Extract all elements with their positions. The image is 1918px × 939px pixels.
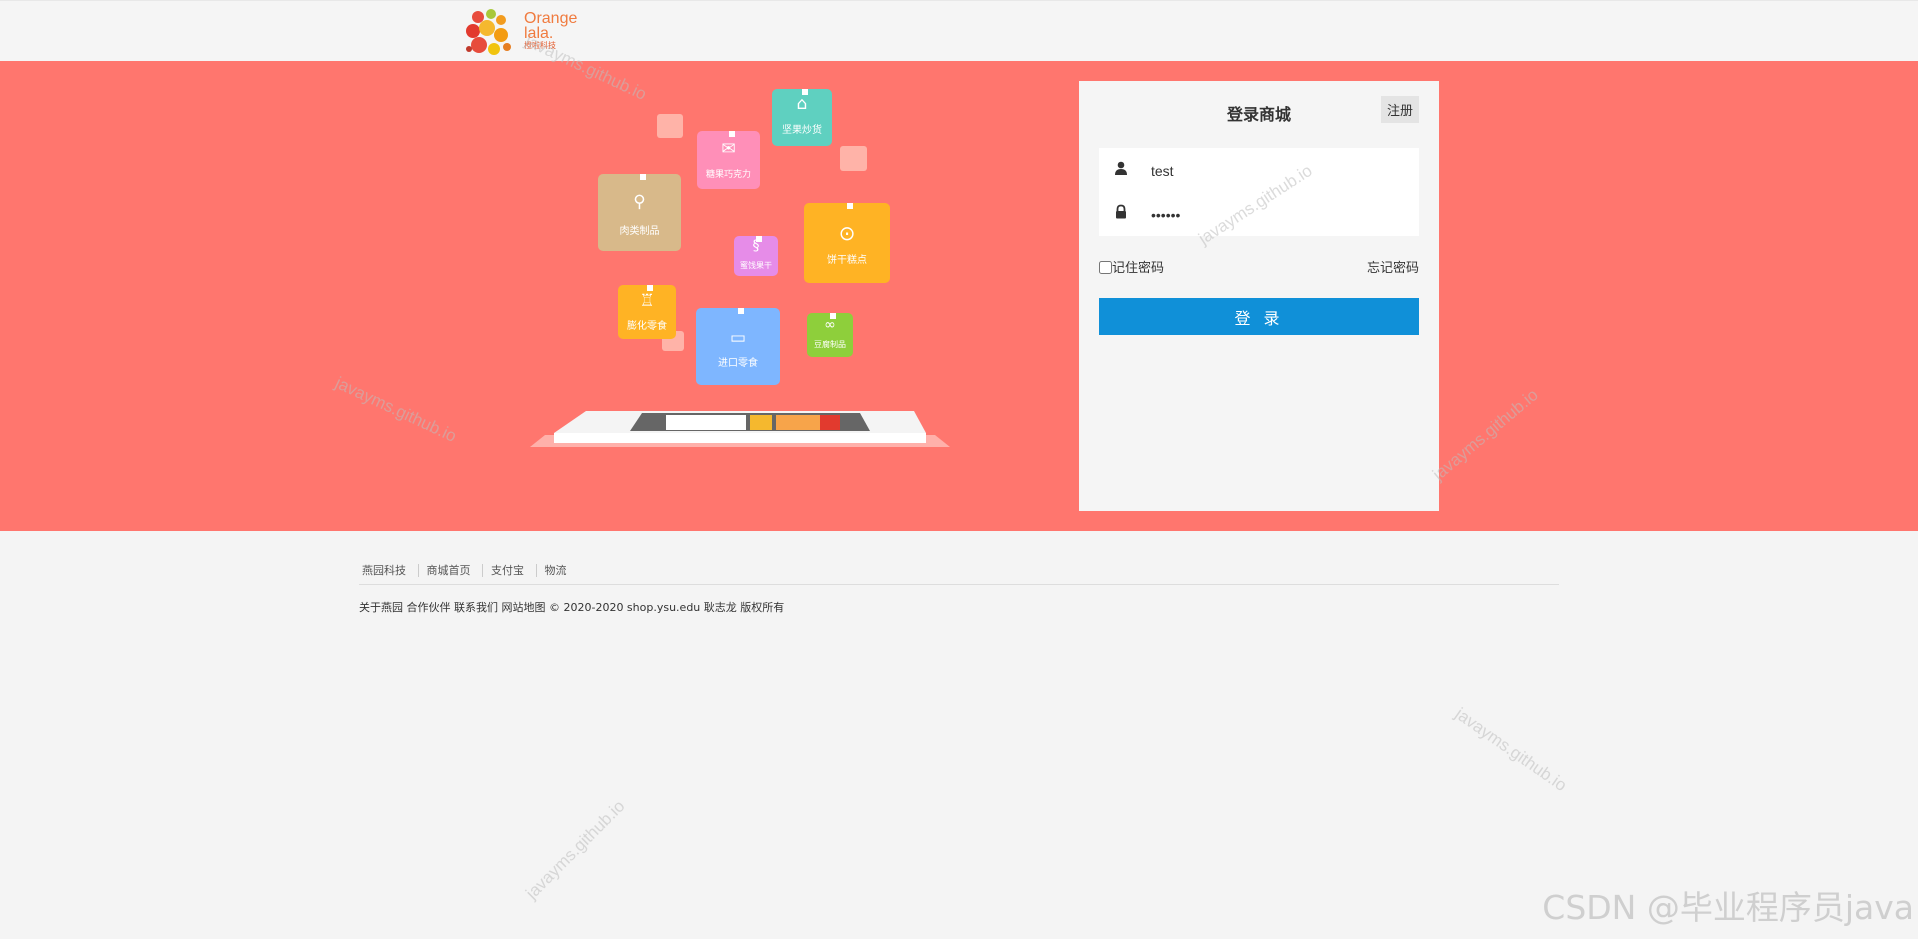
cookie-icon: ⊙ [838, 221, 856, 245]
deco-square [657, 114, 683, 138]
hero-banner: ⌂ 坚果炒货 ✉ 糖果巧克力 ⚲ 肉类制品 § 蜜饯果干 ⊙ 饼干糕点 ♖ 膨化… [0, 61, 1918, 531]
category-bubble-dried-fruit: § 蜜饯果干 [734, 236, 778, 276]
footer-link-home[interactable]: 商城首页 [417, 564, 479, 577]
tofu-icon: ∞ [824, 317, 836, 333]
candy-icon: ✉ [721, 139, 736, 159]
tablet-image [530, 411, 950, 447]
remember-checkbox[interactable] [1099, 261, 1112, 274]
category-bubble-meat: ⚲ 肉类制品 [598, 174, 681, 251]
remember-row: 记住密码 忘记密码 [1099, 257, 1419, 277]
footer-nav: 燕园科技 商城首页 支付宝 物流 [359, 562, 1559, 585]
remember-label[interactable]: 记住密码 [1099, 261, 1164, 276]
forgot-password-link[interactable]: 忘记密码 [1367, 257, 1419, 276]
category-bubble-cookies: ⊙ 饼干糕点 [804, 203, 890, 283]
category-label: 膨化零食 [627, 321, 667, 332]
category-label: 进口零食 [718, 358, 758, 369]
remember-text: 记住密码 [1112, 261, 1165, 276]
category-label: 肉类制品 [619, 226, 660, 237]
category-bubble-nuts: ⌂ 坚果炒货 [772, 89, 832, 146]
category-label: 豆腐制品 [814, 340, 846, 349]
category-illustration: ⌂ 坚果炒货 ✉ 糖果巧克力 ⚲ 肉类制品 § 蜜饯果干 ⊙ 饼干糕点 ♖ 膨化… [500, 81, 980, 541]
username-row [1099, 148, 1419, 192]
category-label: 糖果巧克力 [705, 170, 751, 180]
drumstick-icon: ⚲ [633, 192, 646, 212]
lock-icon [1116, 204, 1126, 219]
category-label: 饼干糕点 [827, 255, 867, 266]
footer-link-alipay[interactable]: 支付宝 [482, 564, 532, 577]
category-label: 蜜饯果干 [740, 261, 772, 270]
footer-link-logistics[interactable]: 物流 [535, 564, 575, 577]
password-input[interactable] [1149, 202, 1403, 228]
watermark: javayms.github.io [522, 796, 629, 903]
category-bubble-imported: ▭ 进口零食 [696, 308, 780, 385]
register-button[interactable]: 注册 [1381, 96, 1419, 123]
deco-square [840, 146, 867, 171]
watermark: javayms.github.io [1451, 704, 1571, 796]
footer-link-company[interactable]: 燕园科技 [359, 564, 414, 577]
logo-dots-icon [466, 9, 511, 55]
category-bubble-tofu: ∞ 豆腐制品 [807, 313, 853, 357]
category-label: 坚果炒货 [782, 125, 822, 136]
fruit-icon: § [752, 238, 760, 254]
csdn-watermark: CSDN @毕业程序员java [1542, 888, 1914, 927]
snack-icon: ♖ [639, 291, 655, 311]
plane-icon: ▭ [729, 328, 747, 348]
category-bubble-puffed: ♖ 膨化零食 [618, 285, 676, 339]
user-icon [1115, 161, 1127, 175]
top-bar: Orange lala. 橙啦科技 [0, 0, 1918, 61]
category-bubble-candy: ✉ 糖果巧克力 [697, 131, 760, 189]
nut-icon: ⌂ [796, 94, 808, 114]
copyright-text: 关于燕园 合作伙伴 联系我们 网站地图 © 2020-2020 shop.ysu… [359, 601, 785, 614]
login-panel: 登录商城 注册 记住密码 忘记密码 登 录 [1079, 81, 1439, 511]
login-submit-button[interactable]: 登 录 [1099, 298, 1419, 335]
